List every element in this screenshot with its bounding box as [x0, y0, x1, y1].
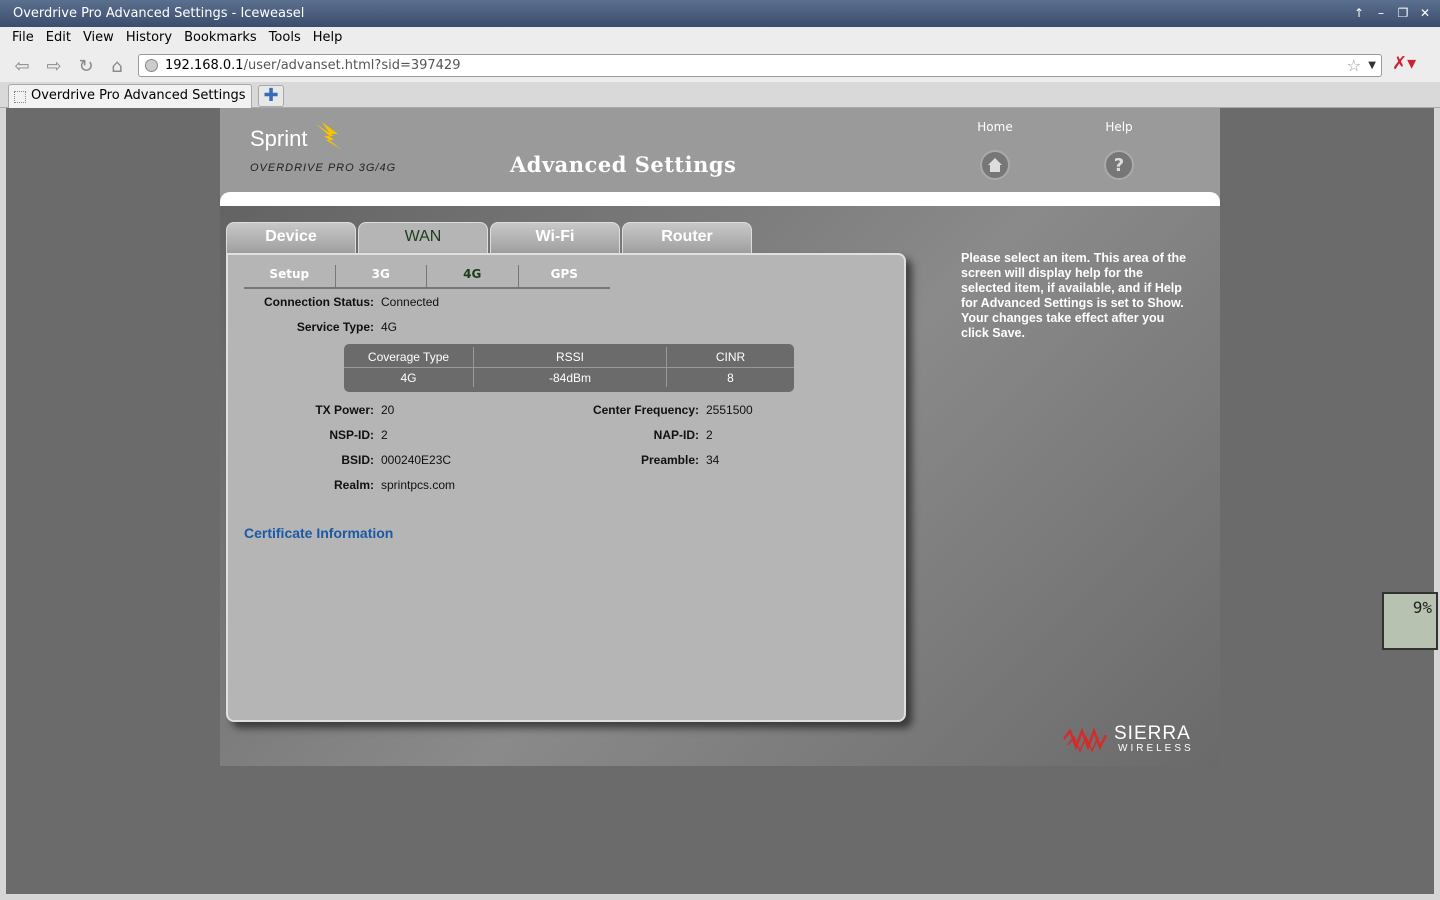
menu-edit[interactable]: Edit: [40, 27, 77, 49]
help-link[interactable]: Help: [1079, 120, 1159, 134]
subtab-3g[interactable]: 3G: [336, 265, 427, 287]
tx-power-value: 20: [381, 403, 395, 417]
site-identity-icon[interactable]: [145, 59, 158, 72]
help-text-2: Your changes take effect after you click…: [961, 311, 1165, 340]
menu-file[interactable]: File: [6, 27, 40, 49]
sprint-bolt-icon: [316, 122, 342, 150]
center-frequency-value: 2551500: [706, 403, 753, 417]
nsp-id-label: NSP-ID:: [329, 428, 374, 442]
tab-device[interactable]: Device: [226, 222, 356, 254]
close-icon[interactable]: ✕: [1418, 6, 1432, 21]
bsid-label: BSID:: [341, 453, 374, 467]
overdrive-pro-logo: OVERDRIVE PRO 3G/4G: [250, 162, 397, 174]
connection-status-value: Connected: [381, 295, 440, 309]
realm-label: Realm:: [333, 478, 374, 492]
menu-history[interactable]: History: [120, 27, 178, 49]
navigation-toolbar: ⇦ ⇨ ↻ ⌂ 192.168.0.1/user/advanset.html?s…: [0, 49, 1440, 82]
service-type-label: Service Type:: [296, 320, 374, 334]
preamble-label: Preamble:: [640, 453, 699, 467]
bsid-value: 000240E23C: [381, 453, 452, 467]
bookmark-star-icon[interactable]: ☆: [1347, 55, 1361, 76]
subtab-gps[interactable]: GPS: [519, 265, 611, 287]
browser-tab[interactable]: Overdrive Pro Advanced Settings: [8, 84, 252, 108]
subtab-setup[interactable]: Setup: [244, 265, 336, 287]
new-tab-button[interactable]: ✚: [258, 85, 284, 107]
tab-wan[interactable]: WAN: [358, 222, 488, 256]
coverage-table: Coverage Type RSSI CINR 4G -84dBm 8: [344, 344, 794, 392]
preamble-value: 34: [706, 453, 720, 467]
realm-value: sprintpcs.com: [381, 478, 456, 492]
tab-router[interactable]: Router: [622, 222, 752, 254]
sierra-wave-icon: [1063, 727, 1108, 753]
page-title: Advanced Settings: [510, 152, 737, 177]
menu-tools[interactable]: Tools: [263, 27, 307, 49]
addon-script-icon[interactable]: ✗▾: [1392, 53, 1428, 77]
page-header: Sprint OVERDRIVE PRO 3G/4G Advanced Sett…: [220, 108, 1220, 204]
tab-wifi[interactable]: Wi-Fi: [490, 222, 620, 254]
certificate-information-link[interactable]: Certificate Information: [244, 525, 393, 541]
coverage-data-row: 4G -84dBm 8: [344, 367, 794, 387]
status-bar: [0, 894, 1440, 900]
coverage-header-type: Coverage Type: [344, 347, 474, 367]
coverage-rssi-value: -84dBm: [474, 368, 667, 387]
coverage-cinr-value: 8: [727, 371, 734, 385]
nap-id-label: NAP-ID:: [653, 428, 699, 442]
center-frequency-label: Center Frequency:: [592, 403, 699, 417]
wireless-text: WIRELESS: [1118, 743, 1194, 754]
window-title: Overdrive Pro Advanced Settings - Icewea…: [13, 6, 305, 21]
coverage-header-row: Coverage Type RSSI CINR: [344, 347, 794, 367]
back-icon[interactable]: ⇦: [10, 54, 34, 78]
forward-icon[interactable]: ⇨: [42, 54, 66, 78]
coverage-type-value: 4G: [344, 368, 474, 387]
window-controls: ↑ – ❐ ✕: [1352, 0, 1432, 27]
menu-view[interactable]: View: [77, 27, 120, 49]
home-link[interactable]: Home: [955, 120, 1035, 134]
maximize-icon[interactable]: ❐: [1396, 6, 1410, 21]
subtab-4g[interactable]: 4G: [427, 265, 519, 287]
browser-tabstrip: Overdrive Pro Advanced Settings ✚: [0, 82, 1440, 108]
menubar: File Edit View History Bookmarks Tools H…: [0, 27, 1440, 49]
raise-icon[interactable]: ↑: [1352, 6, 1366, 21]
help-text-1: Please select an item. This area of the …: [961, 251, 1187, 310]
wan-subtabs: Setup 3G 4G GPS: [244, 265, 610, 289]
help-question-icon[interactable]: ?: [1104, 150, 1134, 180]
connection-status-label: Connection Status:: [264, 295, 374, 309]
menu-bookmarks[interactable]: Bookmarks: [178, 27, 263, 49]
coverage-header-cinr: CINR: [715, 350, 746, 364]
header-divider: [220, 192, 1220, 206]
favicon-icon: [14, 91, 26, 103]
service-type-value: 4G: [381, 320, 398, 334]
home-button-icon[interactable]: [980, 150, 1010, 180]
menu-help[interactable]: Help: [307, 27, 349, 49]
url-path: /user/advanset.html?sid=397429: [243, 58, 461, 73]
cpu-monitor-widget: 9%: [1382, 592, 1438, 650]
window-titlebar: Overdrive Pro Advanced Settings - Icewea…: [0, 0, 1440, 27]
home-icon[interactable]: ⌂: [105, 54, 129, 78]
coverage-header-rssi: RSSI: [474, 347, 667, 367]
sprint-logo: Sprint: [250, 126, 308, 151]
minimize-icon[interactable]: –: [1374, 6, 1388, 21]
sierra-wireless-logo: SIERRA WIRELESS: [1062, 723, 1212, 755]
router-page: Sprint OVERDRIVE PRO 3G/4G Advanced Sett…: [220, 108, 1220, 766]
wan-panel: Setup 3G 4G GPS Connection Status: Conne…: [226, 253, 906, 722]
tx-power-label: TX Power:: [315, 403, 374, 417]
url-bar[interactable]: 192.168.0.1/user/advanset.html?sid=39742…: [138, 54, 1382, 77]
url-dropdown-icon[interactable]: ▼: [1368, 55, 1376, 76]
help-pane: Please select an item. This area of the …: [961, 251, 1193, 341]
cpu-percent: 9%: [1412, 598, 1432, 617]
nsp-id-value: 2: [381, 428, 388, 442]
url-host: 192.168.0.1: [165, 58, 244, 73]
sierra-text: SIERRA: [1114, 723, 1191, 744]
nap-id-value: 2: [706, 428, 713, 442]
browser-tab-label: Overdrive Pro Advanced Settings: [31, 88, 246, 103]
reload-icon[interactable]: ↻: [74, 54, 98, 78]
